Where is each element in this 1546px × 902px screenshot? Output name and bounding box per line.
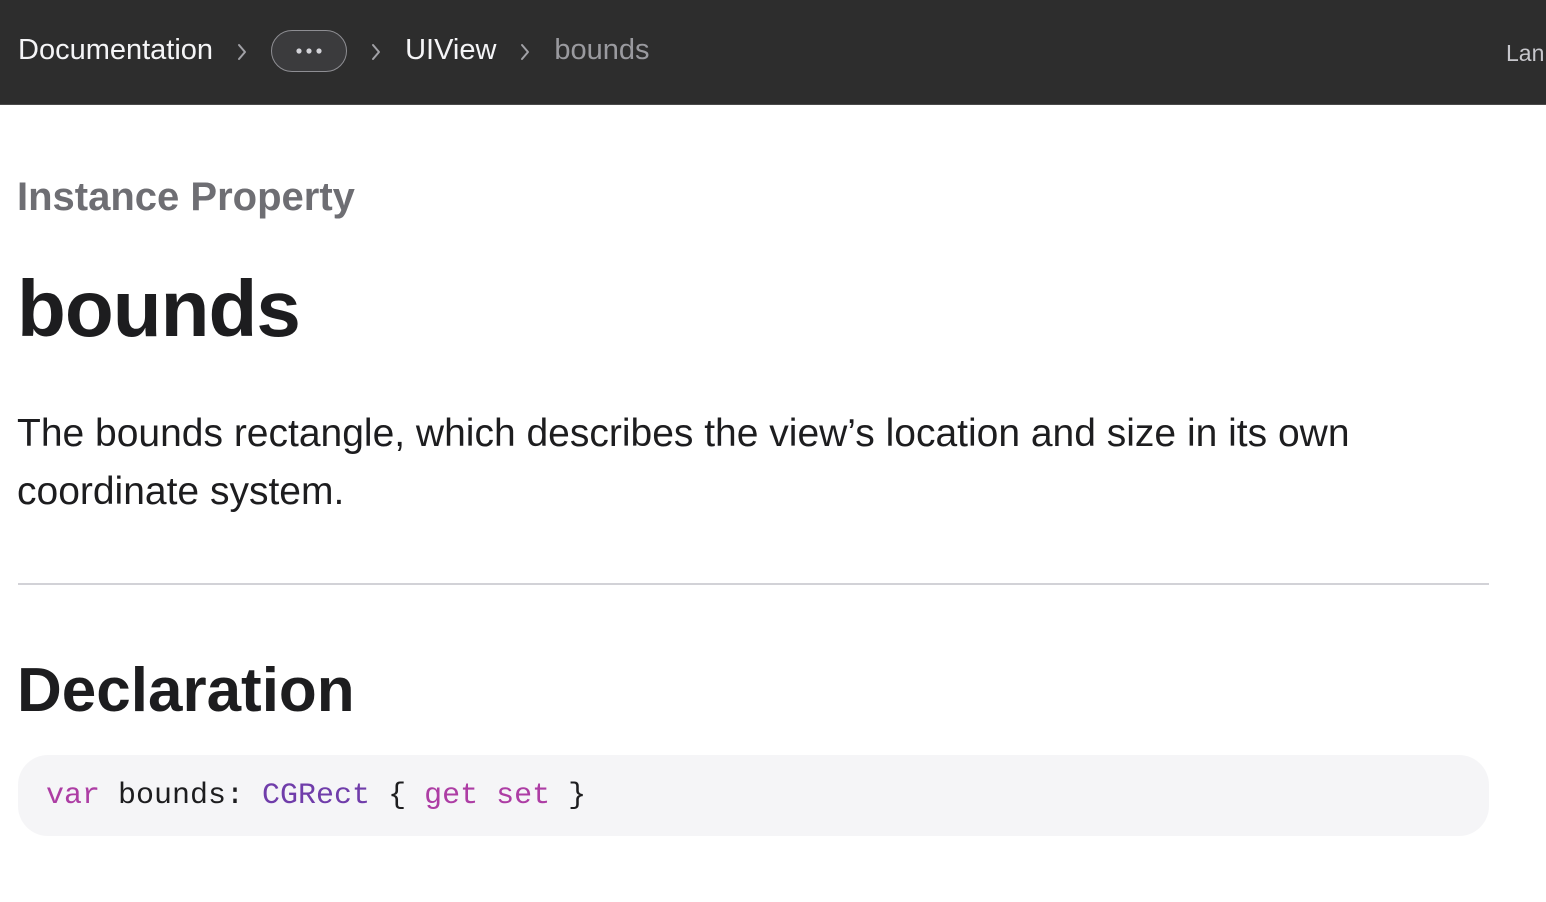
code-close-brace: } bbox=[550, 778, 587, 813]
declaration-heading: Declaration bbox=[17, 656, 355, 725]
code-open-brace: { bbox=[370, 778, 425, 813]
section-divider bbox=[18, 583, 1489, 585]
code-keyword-var: var bbox=[46, 778, 101, 813]
breadcrumb-current-bounds: bounds bbox=[554, 34, 650, 66]
chevron-right-icon bbox=[213, 38, 271, 64]
code-type-link-cgrect[interactable]: CGRect bbox=[262, 779, 370, 813]
abstract-text: The bounds rectangle, which describes th… bbox=[17, 412, 1350, 513]
code-keyword-get: get bbox=[424, 778, 479, 813]
page-title: bounds bbox=[17, 264, 301, 353]
breadcrumb: Documentation UIView bounds bbox=[18, 0, 650, 104]
language-menu-toggle[interactable]: Lan bbox=[1506, 40, 1544, 67]
declaration-code-block: var bounds: CGRect { get set } bbox=[18, 755, 1489, 836]
chevron-right-icon bbox=[347, 38, 405, 64]
symbol-kind-eyebrow: Instance Property bbox=[17, 175, 355, 219]
chevron-right-icon bbox=[496, 38, 554, 64]
top-navigation-bar: Documentation UIView bounds Lan bbox=[0, 0, 1546, 105]
breadcrumb-documentation[interactable]: Documentation bbox=[18, 34, 213, 67]
ellipsis-icon bbox=[295, 47, 323, 55]
breadcrumb-ellipsis-button[interactable] bbox=[271, 29, 348, 72]
code-keyword-set: set bbox=[496, 778, 551, 813]
breadcrumb-uiview[interactable]: UIView bbox=[405, 34, 496, 67]
code-property-name: bounds: bbox=[100, 778, 263, 813]
